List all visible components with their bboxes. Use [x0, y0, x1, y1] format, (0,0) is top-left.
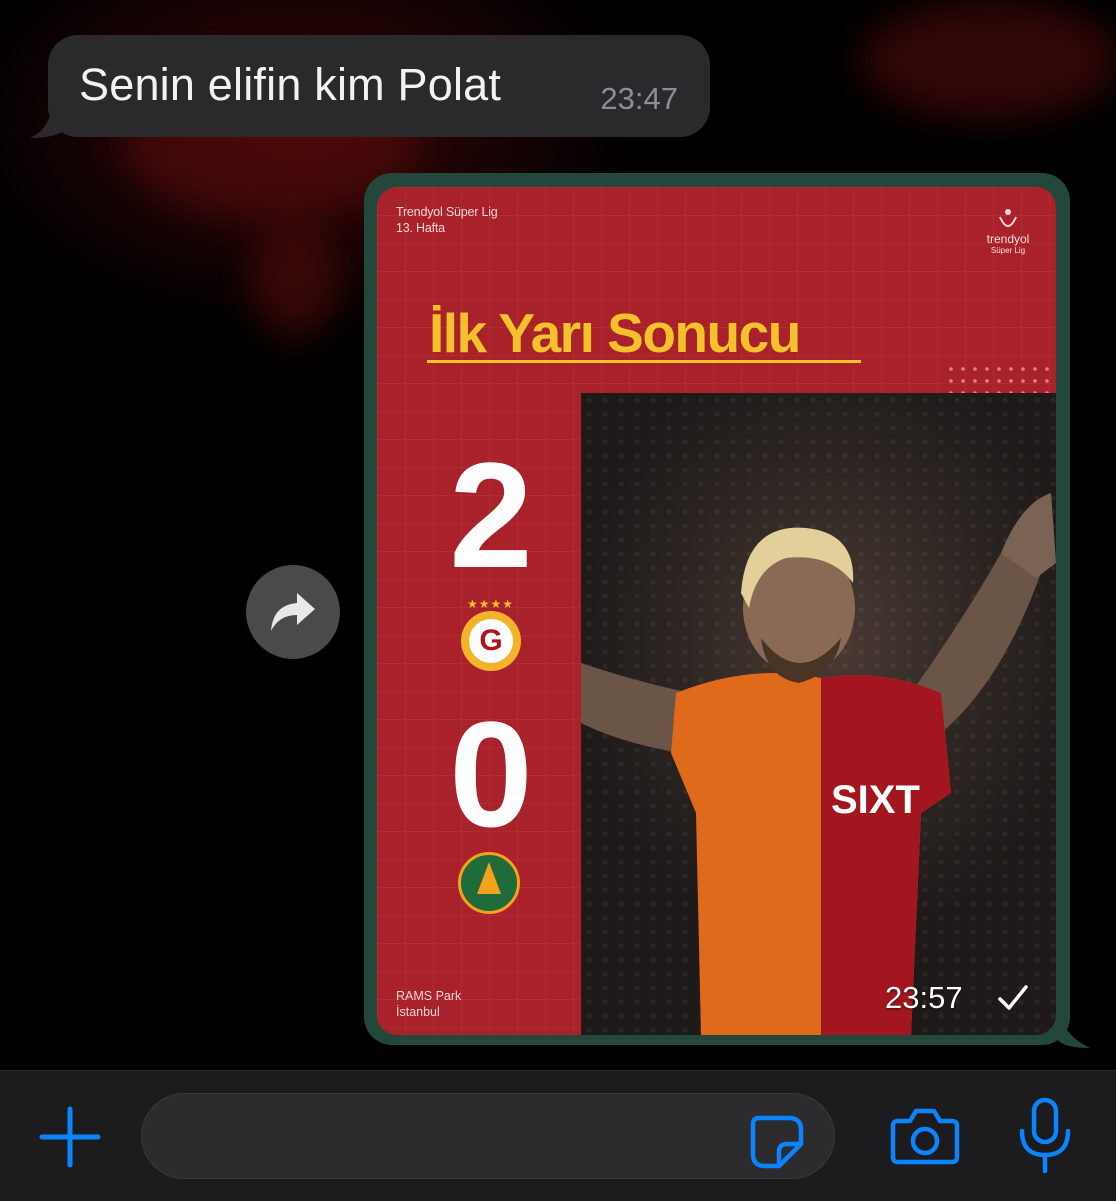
forward-icon [271, 593, 315, 631]
headline-underline [427, 360, 861, 363]
league-logo: trendyol Süper Lig [978, 203, 1038, 263]
away-score: 0 [449, 690, 533, 858]
camera-icon[interactable] [890, 1105, 960, 1165]
incoming-message-bubble[interactable]: Senin elifin kim Polat 23:47 [48, 35, 710, 137]
microphone-icon[interactable] [1016, 1097, 1074, 1175]
image-message-time: 23:57 [885, 980, 963, 1015]
match-result-image[interactable]: Trendyol Süper Lig 13. Hafta trendyol Sü… [377, 187, 1056, 1035]
incoming-message-text: Senin elifin kim Polat [79, 59, 502, 110]
player-photo: SIXT [581, 393, 1056, 1035]
home-score: 2 [449, 431, 533, 599]
league-logo-icon [999, 209, 1017, 227]
galatasaray-crest: G [461, 611, 521, 671]
alanyaspor-crest-tree [477, 862, 501, 894]
alanyaspor-crest [458, 852, 520, 914]
league-logo-text: trendyol [986, 232, 1030, 246]
venue-city: İstanbul [396, 1005, 440, 1019]
player-figure: SIXT [581, 493, 1056, 1035]
crest-stars: ★★★★ [467, 597, 515, 611]
league-logo-sub: Süper Lig [990, 246, 1026, 255]
message-input[interactable] [172, 1114, 736, 1160]
league-name: Trendyol Süper Lig [396, 205, 498, 219]
checkmark-icon [998, 985, 1028, 1010]
incoming-message-time: 23:47 [600, 81, 678, 116]
venue-name: RAMS Park [396, 989, 462, 1003]
message-text-field[interactable] [141, 1093, 835, 1179]
shirt-sponsor: SIXT [831, 778, 920, 822]
plus-icon[interactable] [38, 1105, 102, 1169]
headline: İlk Yarı Sonucu [429, 302, 801, 364]
galatasaray-crest-letter: G [469, 619, 513, 663]
league-week: 13. Hafta [396, 221, 445, 235]
forward-button[interactable] [246, 565, 340, 659]
message-input-bar [0, 1070, 1116, 1201]
sticker-icon[interactable] [749, 1114, 805, 1170]
